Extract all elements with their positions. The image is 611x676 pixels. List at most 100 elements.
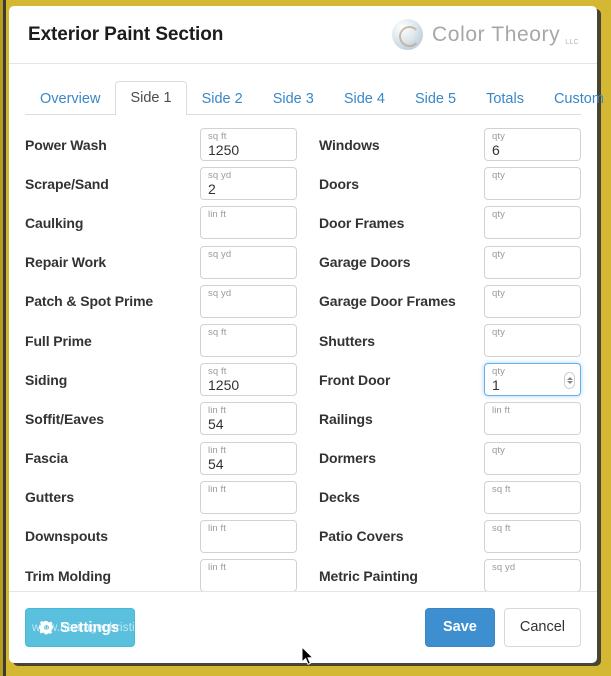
input-door-frames[interactable]: qty	[484, 206, 581, 240]
form-row: Shutters qty	[319, 321, 581, 360]
input-windows[interactable]: qty 6	[484, 128, 581, 162]
input-gutters[interactable]: lin ft	[200, 480, 297, 514]
input-front-door[interactable]: qty 1	[484, 363, 581, 397]
field-label-shutters: Shutters	[319, 332, 375, 349]
field-label-downspouts: Downspouts	[25, 528, 108, 545]
input-patch-spot-prime[interactable]: sq yd	[200, 284, 297, 318]
field-label-dormers: Dormers	[319, 450, 376, 467]
field-unit: lin ft	[492, 405, 511, 417]
field-label-door-frames: Door Frames	[319, 214, 405, 231]
tab-custom[interactable]: Custom	[539, 83, 611, 116]
input-repair-work[interactable]: sq yd	[200, 245, 297, 279]
field-value: 1250	[208, 142, 240, 159]
modal-footer: Settings Save Cancel	[9, 591, 597, 663]
input-caulking[interactable]: lin ft	[200, 206, 297, 240]
field-value	[492, 260, 574, 276]
form-row: Fascia lin ft 54	[25, 439, 297, 478]
input-siding[interactable]: sq ft 1250	[200, 363, 297, 397]
field-value	[492, 299, 574, 315]
form-row: Siding sq ft 1250	[25, 360, 297, 399]
input-power-wash[interactable]: sq ft 1250	[200, 128, 297, 162]
field-label-patio-covers: Patio Covers	[319, 528, 404, 545]
field-value: 54	[208, 416, 224, 433]
input-scrape-sand[interactable]: sq yd 2	[200, 167, 297, 201]
cancel-button[interactable]: Cancel	[503, 608, 581, 647]
input-decks[interactable]: sq ft	[484, 480, 581, 514]
field-label-front-door: Front Door	[319, 371, 391, 388]
tabs-container: Overview Side 1 Side 2 Side 3 Side 4 Side 5 To…	[9, 64, 604, 116]
field-value: 1	[492, 377, 500, 394]
field-unit: qty	[492, 209, 505, 221]
field-unit: qty	[492, 248, 505, 260]
tab-side-1[interactable]: Side 1	[115, 80, 187, 115]
tab-overview[interactable]: Overview	[25, 83, 115, 116]
field-unit: sq yd	[208, 287, 232, 299]
tab-side-3[interactable]: Side 3	[258, 83, 329, 116]
field-unit: qty	[492, 327, 505, 339]
input-railings[interactable]: lin ft	[484, 402, 581, 436]
form-body: Power Wash sq ft 1250 Scrape/Sand sq yd 2 Caul…	[9, 115, 597, 593]
input-soffit-eaves[interactable]: lin ft 54	[200, 402, 297, 436]
field-unit: sq yd	[208, 248, 232, 260]
stepper-down-icon[interactable]	[566, 381, 573, 385]
field-value	[208, 299, 290, 315]
input-garage-doors[interactable]: qty	[484, 245, 581, 279]
field-value	[492, 495, 574, 511]
settings-button[interactable]: Settings	[25, 608, 136, 647]
brand-name: Color Theory	[432, 22, 561, 46]
input-doors[interactable]: qty	[484, 167, 581, 201]
save-button[interactable]: Save	[424, 608, 495, 647]
tab-side-5[interactable]: Side 5	[400, 83, 471, 116]
field-unit: sq ft	[208, 131, 227, 143]
field-unit: sq ft	[492, 483, 511, 495]
form-row: Power Wash sq ft 1250	[25, 125, 297, 164]
field-value	[492, 456, 574, 472]
number-stepper[interactable]	[564, 372, 575, 390]
form-column-left: Power Wash sq ft 1250 Scrape/Sand sq yd 2 Caul…	[25, 125, 303, 595]
tab-side-2[interactable]: Side 2	[187, 83, 258, 116]
form-column-right: Windows qty 6 Doors qty Door Frames qty Garage …	[303, 125, 581, 595]
field-value	[492, 338, 574, 354]
input-patio-covers[interactable]: sq ft	[484, 519, 581, 553]
input-fascia[interactable]: lin ft 54	[200, 441, 297, 475]
input-dormers[interactable]: qty	[484, 441, 581, 475]
form-row: Downspouts lin ft	[25, 517, 297, 556]
brand-logo: Color Theory LLC	[392, 19, 581, 50]
form-row: Soffit/Eaves lin ft 54	[25, 399, 297, 438]
field-unit: lin ft	[208, 444, 227, 456]
form-row: Windows qty 6	[319, 125, 581, 164]
input-trim-molding[interactable]: lin ft	[200, 559, 297, 593]
field-unit: qty	[492, 287, 505, 299]
field-label-garage-doors: Garage Doors	[319, 254, 411, 271]
field-unit: sq yd	[492, 562, 516, 574]
color-theory-orb-icon	[392, 19, 424, 50]
settings-button-label: Settings	[60, 619, 120, 636]
form-grid: Power Wash sq ft 1250 Scrape/Sand sq yd 2 Caul…	[25, 125, 581, 595]
form-row: Repair Work sq yd	[25, 243, 297, 282]
field-value	[492, 220, 574, 236]
stepper-up-icon[interactable]	[566, 377, 573, 381]
tab-totals[interactable]: Totals	[471, 83, 539, 116]
form-row: Front Door qty 1	[319, 360, 581, 399]
field-unit: sq yd	[208, 170, 232, 182]
input-garage-door-frames[interactable]: qty	[484, 284, 581, 318]
input-full-prime[interactable]: sq ft	[200, 324, 297, 358]
input-metric-painting[interactable]: sq yd	[484, 559, 581, 593]
field-label-gutters: Gutters	[25, 489, 75, 506]
field-label-railings: Railings	[319, 410, 373, 427]
input-shutters[interactable]: qty	[484, 324, 581, 358]
input-downspouts[interactable]: lin ft	[200, 519, 297, 553]
field-value	[492, 181, 574, 197]
form-row: Trim Molding lin ft	[25, 556, 297, 595]
form-row: Garage Doors qty	[319, 243, 581, 282]
field-label-siding: Siding	[25, 371, 68, 388]
field-label-decks: Decks	[319, 489, 360, 506]
form-row: Metric Painting sq yd	[319, 556, 581, 595]
form-row: Gutters lin ft	[25, 478, 297, 517]
tab-side-4[interactable]: Side 4	[329, 83, 400, 116]
field-label-soffit-eaves: Soffit/Eaves	[25, 410, 104, 427]
form-row: Doors qty	[319, 164, 581, 203]
field-label-scrape-sand: Scrape/Sand	[25, 175, 109, 192]
form-row: Patio Covers sq ft	[319, 517, 581, 556]
field-unit: lin ft	[208, 483, 227, 495]
